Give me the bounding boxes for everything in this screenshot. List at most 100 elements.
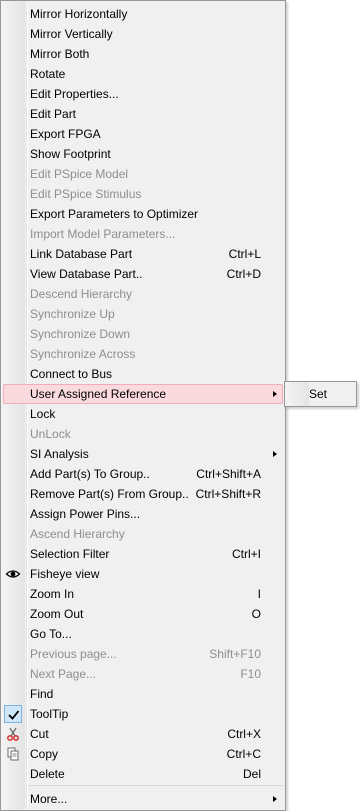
menu-item-shortcut: O: [251, 607, 261, 621]
menu-item-label: Next Page...: [30, 667, 97, 681]
menu-item-label: Synchronize Down: [30, 327, 131, 341]
menu-item-label: Mirror Both: [30, 47, 90, 61]
menu-item-export-fpga[interactable]: Export FPGA: [1, 124, 285, 144]
menu-item-label: Remove Part(s) From Group..: [30, 487, 189, 501]
menu-item-edit-part[interactable]: Edit Part: [1, 104, 285, 124]
menu-item-shortcut: Ctrl+X: [227, 727, 261, 741]
menu-item-label: Zoom Out: [30, 607, 84, 621]
menu-item-label: Link Database Part: [30, 247, 133, 261]
menu-item-mirror-horizontally[interactable]: Mirror Horizontally: [1, 4, 285, 24]
menu-item-remove-part-s-from-group[interactable]: Remove Part(s) From Group.. Ctrl+Shift+R: [1, 484, 285, 504]
menu-item-descend-hierarchy: Descend Hierarchy: [1, 284, 285, 304]
menu-item-unlock: UnLock: [1, 424, 285, 444]
menu-item-label: ToolTip: [30, 707, 69, 721]
submenu-user-assigned-reference: Set: [284, 381, 357, 407]
submenu-item-set[interactable]: Set: [285, 382, 356, 406]
menu-item-copy[interactable]: Copy Ctrl+C: [1, 744, 285, 764]
menu-item-shortcut: Del: [242, 767, 261, 781]
menu-item-label: More...: [30, 792, 68, 806]
menu-item-label: Descend Hierarchy: [30, 287, 133, 301]
copy-icon: [4, 745, 22, 763]
menu-item-user-assigned-reference[interactable]: User Assigned Reference: [1, 384, 285, 404]
menu-item-label: Delete: [30, 767, 65, 781]
menu-item-assign-power-pins[interactable]: Assign Power Pins...: [1, 504, 285, 524]
menu-item-previous-page: Previous page... Shift+F10: [1, 644, 285, 664]
submenu-arrow-icon: [273, 451, 277, 457]
menu-item-label: Export FPGA: [30, 127, 101, 141]
menu-item-view-database-part[interactable]: View Database Part.. Ctrl+D: [1, 264, 285, 284]
submenu-item-label: Set: [309, 387, 328, 401]
menu-item-si-analysis[interactable]: SI Analysis: [1, 444, 285, 464]
menu-item-mirror-vertically[interactable]: Mirror Vertically: [1, 24, 285, 44]
menu-item-mirror-both[interactable]: Mirror Both: [1, 44, 285, 64]
submenu-arrow-icon: [273, 391, 277, 397]
menu-item-lock[interactable]: Lock: [1, 404, 285, 424]
menu-item-import-model-parameters: Import Model Parameters...: [1, 224, 285, 244]
menu-item-shortcut: Ctrl+L: [228, 247, 261, 261]
menu-item-synchronize-down: Synchronize Down: [1, 324, 285, 344]
menu-item-label: Edit Part: [30, 107, 77, 121]
menu-item-label: Cut: [30, 727, 49, 741]
menu-item-label: Synchronize Across: [30, 347, 136, 361]
menu-item-cut[interactable]: Cut Ctrl+X: [1, 724, 285, 744]
menu-item-label: Export Parameters to Optimizer: [30, 207, 199, 221]
menu-item-shortcut: Ctrl+C: [226, 747, 261, 761]
eye-icon: [4, 565, 22, 583]
menu-item-label: Selection Filter: [30, 547, 110, 561]
menu-item-edit-pspice-stimulus: Edit PSpice Stimulus: [1, 184, 285, 204]
menu-item-label: Connect to Bus: [30, 367, 113, 381]
menu-item-label: Import Model Parameters...: [30, 227, 176, 241]
menu-item-label: Copy: [30, 747, 59, 761]
menu-item-label: View Database Part..: [30, 267, 143, 281]
menu-item-label: Find: [30, 687, 54, 701]
menu-item-label: Previous page...: [30, 647, 117, 661]
menu-item-label: Add Part(s) To Group..: [30, 467, 150, 481]
menu-item-shortcut: Ctrl+D: [226, 267, 261, 281]
menu-item-rotate[interactable]: Rotate: [1, 64, 285, 84]
menu-items: Mirror Horizontally Mirror Vertically Mirr…: [1, 4, 285, 810]
menu-item-zoom-in[interactable]: Zoom In I: [1, 584, 285, 604]
menu-item-shortcut: Ctrl+I: [231, 547, 261, 561]
submenu-arrow-icon: [273, 796, 277, 802]
menu-item-label: Assign Power Pins...: [30, 507, 141, 521]
menu-item-label: Edit PSpice Model: [30, 167, 129, 181]
menu-item-label: Mirror Vertically: [30, 27, 113, 41]
context-menu: Mirror Horizontally Mirror Vertically Mirr…: [0, 0, 286, 811]
menu-item-find[interactable]: Find: [1, 684, 285, 704]
menu-item-edit-properties[interactable]: Edit Properties...: [1, 84, 285, 104]
menu-item-label: Fisheye view: [30, 567, 100, 581]
menu-item-label: Show Footprint: [30, 147, 111, 161]
menu-item-fisheye-view[interactable]: Fisheye view: [1, 564, 285, 584]
menu-item-tooltip[interactable]: ToolTip: [1, 704, 285, 724]
menu-item-next-page: Next Page... F10: [1, 664, 285, 684]
menu-item-label: Ascend Hierarchy: [30, 527, 125, 541]
menu-item-label: Rotate: [30, 67, 66, 81]
menu-item-link-database-part[interactable]: Link Database Part Ctrl+L: [1, 244, 285, 264]
menu-item-ascend-hierarchy: Ascend Hierarchy: [1, 524, 285, 544]
menu-item-delete[interactable]: Delete Del: [1, 764, 285, 784]
menu-item-more[interactable]: More...: [1, 788, 285, 810]
menu-item-label: Edit Properties...: [30, 87, 119, 101]
menu-item-show-footprint[interactable]: Show Footprint: [1, 144, 285, 164]
menu-item-synchronize-up: Synchronize Up: [1, 304, 285, 324]
menu-item-export-parameters-to-optimizer[interactable]: Export Parameters to Optimizer: [1, 204, 285, 224]
menu-item-edit-pspice-model: Edit PSpice Model: [1, 164, 285, 184]
menu-item-shortcut: Ctrl+Shift+A: [196, 467, 261, 481]
checkmark-icon: [4, 705, 22, 723]
menu-item-zoom-out[interactable]: Zoom Out O: [1, 604, 285, 624]
menu-item-label: SI Analysis: [30, 447, 89, 461]
menu-item-selection-filter[interactable]: Selection Filter Ctrl+I: [1, 544, 285, 564]
menu-item-label: User Assigned Reference: [30, 387, 167, 401]
menu-item-label: UnLock: [30, 427, 71, 441]
menu-item-go-to[interactable]: Go To...: [1, 624, 285, 644]
menu-item-add-part-s-to-group[interactable]: Add Part(s) To Group.. Ctrl+Shift+A: [1, 464, 285, 484]
menu-item-connect-to-bus[interactable]: Connect to Bus: [1, 364, 285, 384]
menu-item-label: Lock: [30, 407, 56, 421]
menu-item-shortcut: Ctrl+Shift+R: [195, 487, 261, 501]
menu-separator-line: [29, 785, 283, 786]
menu-item-label: Mirror Horizontally: [30, 7, 128, 21]
menu-item-label: Synchronize Up: [30, 307, 115, 321]
menu-item-label: Zoom In: [30, 587, 75, 601]
menu-item-shortcut: Shift+F10: [209, 647, 261, 661]
menu-item-synchronize-across: Synchronize Across: [1, 344, 285, 364]
